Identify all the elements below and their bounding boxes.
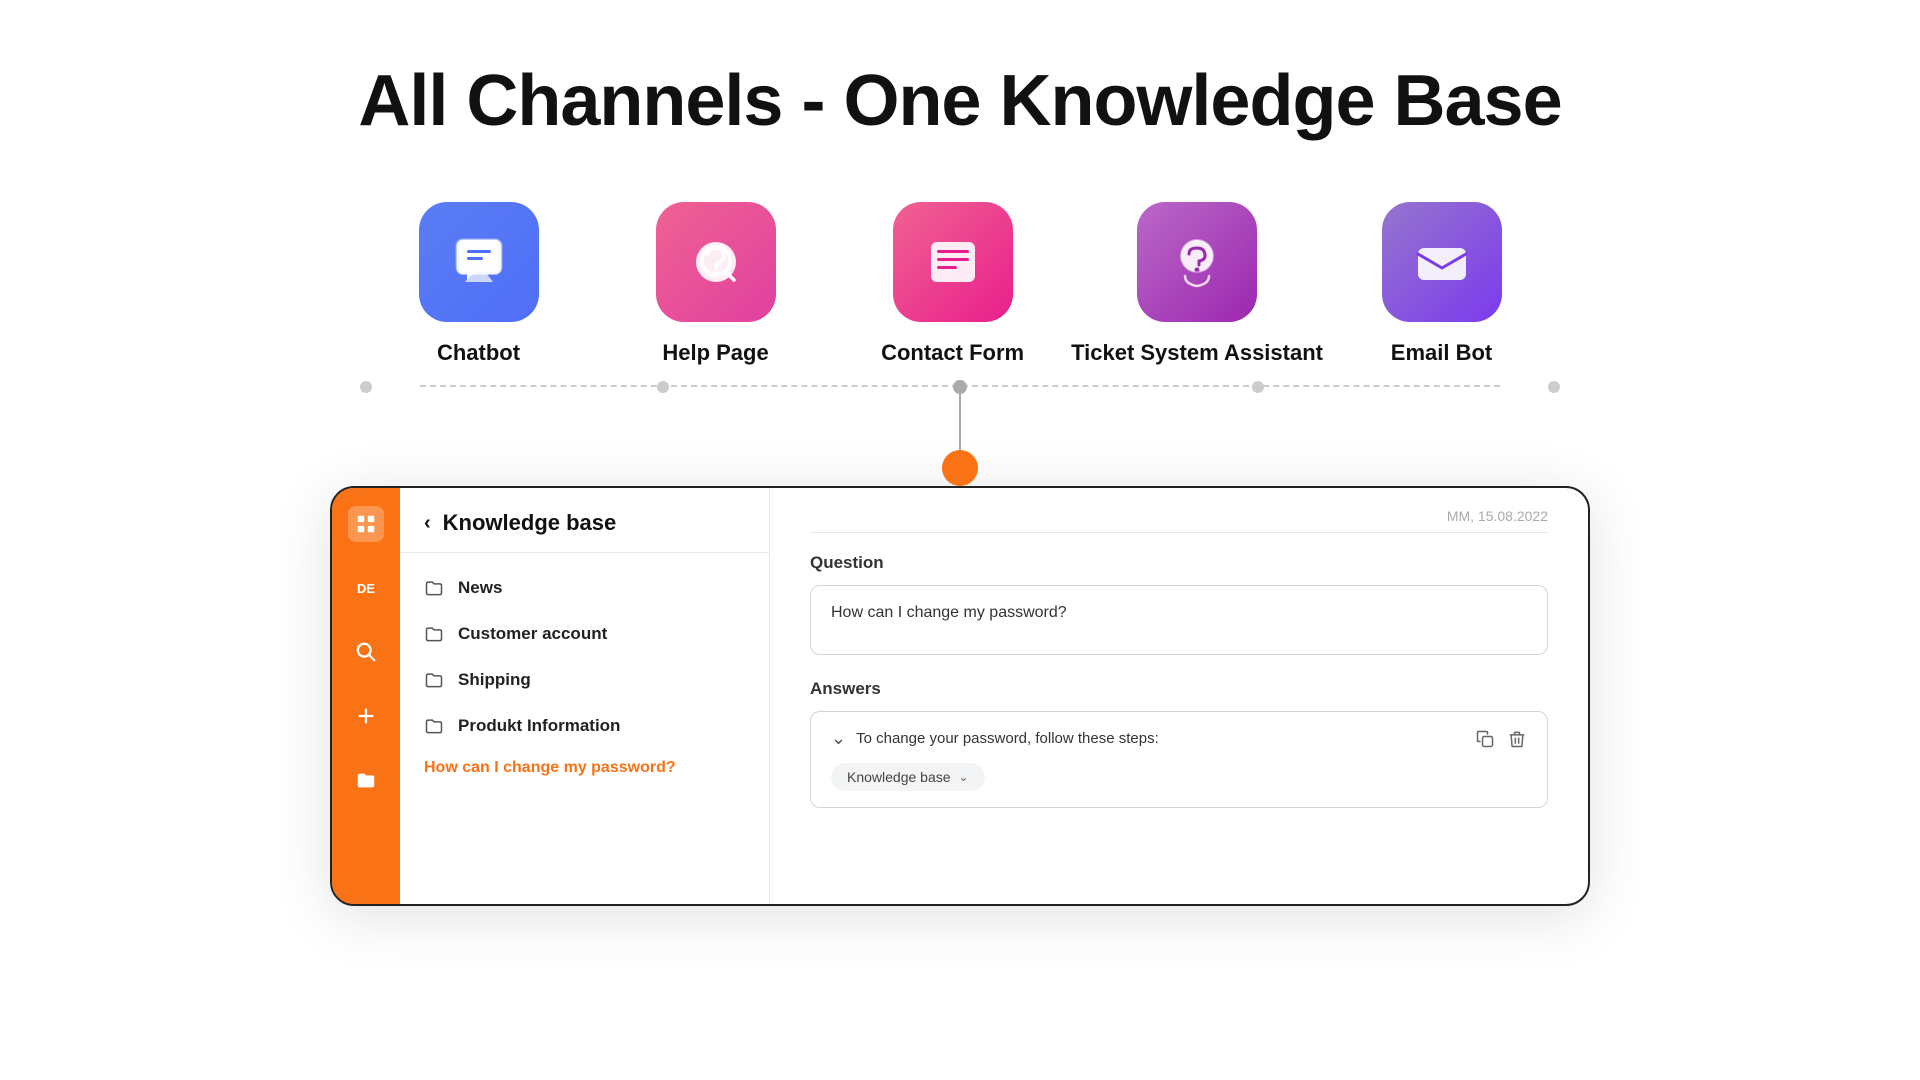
hero-title: All Channels - One Knowledge Base — [358, 60, 1561, 142]
nav-label-customer: Customer account — [458, 624, 607, 644]
contact-form-label: Contact Form — [881, 340, 1024, 366]
left-panel-header: ‹ Knowledge base — [400, 488, 769, 553]
orange-connector-dot — [942, 450, 978, 486]
app-sidebar: DE — [332, 488, 400, 904]
sidebar-folder-icon[interactable] — [348, 762, 384, 798]
panel-divider — [810, 532, 1548, 533]
vertical-connector — [959, 394, 961, 450]
date-label: MM, 15.08.2022 — [810, 508, 1548, 524]
chatbot-icon-wrap — [419, 202, 539, 322]
nav-item-customer-account[interactable]: Customer account — [400, 611, 769, 657]
answer-text: To change your password, follow these st… — [856, 730, 1159, 747]
folder-icon-customer — [424, 624, 444, 644]
folder-icon-shipping — [424, 670, 444, 690]
question-section-label: Question — [810, 553, 1548, 573]
ticket-system-label: Ticket System Assistant — [1071, 340, 1323, 366]
channel-ticket-system[interactable]: Ticket System Assistant — [1071, 202, 1323, 366]
email-bot-icon — [1410, 230, 1474, 294]
chatbot-icon — [447, 230, 511, 294]
back-button[interactable]: ‹ — [424, 512, 431, 535]
channel-contact-form[interactable]: Contact Form — [834, 202, 1071, 366]
help-page-icon-wrap — [656, 202, 776, 322]
answer-tag-row: Knowledge base ⌄ — [831, 763, 1527, 791]
sidebar-grid-icon[interactable] — [348, 506, 384, 542]
nav-item-news[interactable]: News — [400, 565, 769, 611]
timeline-dot-2 — [657, 381, 669, 393]
contact-form-icon-wrap — [893, 202, 1013, 322]
channel-chatbot[interactable]: Chatbot — [360, 202, 597, 366]
timeline-dot-center — [953, 380, 967, 394]
knowledge-base-tag[interactable]: Knowledge base ⌄ — [831, 763, 985, 791]
tag-chevron-icon: ⌄ — [959, 770, 969, 784]
contact-form-icon — [921, 230, 985, 294]
nav-item-active[interactable]: How can I change my password? — [400, 749, 769, 787]
email-bot-icon-wrap — [1382, 202, 1502, 322]
answer-top-right — [1475, 729, 1527, 749]
chatbot-label: Chatbot — [437, 340, 520, 366]
sidebar-plus-icon[interactable] — [348, 698, 384, 734]
right-panel: MM, 15.08.2022 Question How can I change… — [770, 488, 1588, 904]
answer-top-left: ⌄ To change your password, follow these … — [831, 728, 1159, 749]
nav-label-produkt: Produkt Information — [458, 716, 620, 736]
nav-label-news: News — [458, 578, 502, 598]
question-box[interactable]: How can I change my password? — [810, 585, 1548, 655]
copy-icon[interactable] — [1475, 729, 1495, 749]
timeline-dot-1 — [360, 381, 372, 393]
help-page-icon — [684, 230, 748, 294]
timeline-dots-row — [360, 380, 1560, 394]
page-wrapper: All Channels - One Knowledge Base — [0, 0, 1920, 1080]
ticket-system-icon — [1165, 230, 1229, 294]
sidebar-search-icon[interactable] — [348, 634, 384, 670]
timeline-dot-4 — [1252, 381, 1264, 393]
tag-label: Knowledge base — [847, 769, 951, 785]
nav-item-produkt-info[interactable]: Produkt Information — [400, 703, 769, 749]
channels-row: Chatbot Help Page — [360, 202, 1560, 366]
nav-item-shipping[interactable]: Shipping — [400, 657, 769, 703]
left-panel: ‹ Knowledge base News Customer account — [400, 488, 770, 904]
nav-label-shipping: Shipping — [458, 670, 531, 690]
folder-icon-produkt — [424, 716, 444, 736]
sidebar-lang-icon[interactable]: DE — [348, 570, 384, 606]
ticket-system-icon-wrap — [1137, 202, 1257, 322]
knowledge-base-title: Knowledge base — [443, 510, 617, 536]
channel-help-page[interactable]: Help Page — [597, 202, 834, 366]
timeline-dot-5 — [1548, 381, 1560, 393]
sidebar-lang-label: DE — [357, 581, 375, 596]
answer-card: ⌄ To change your password, follow these … — [810, 711, 1548, 808]
folder-icon-news — [424, 578, 444, 598]
answers-section-label: Answers — [810, 679, 1548, 699]
help-page-label: Help Page — [662, 340, 768, 366]
answer-collapse-icon[interactable]: ⌄ — [831, 728, 846, 749]
app-mockup: DE — [330, 486, 1590, 906]
channel-email-bot[interactable]: Email Bot — [1323, 202, 1560, 366]
email-bot-label: Email Bot — [1391, 340, 1492, 366]
delete-icon[interactable] — [1507, 729, 1527, 749]
answer-top-row: ⌄ To change your password, follow these … — [831, 728, 1527, 749]
nav-list: News Customer account Shipping — [400, 553, 769, 799]
